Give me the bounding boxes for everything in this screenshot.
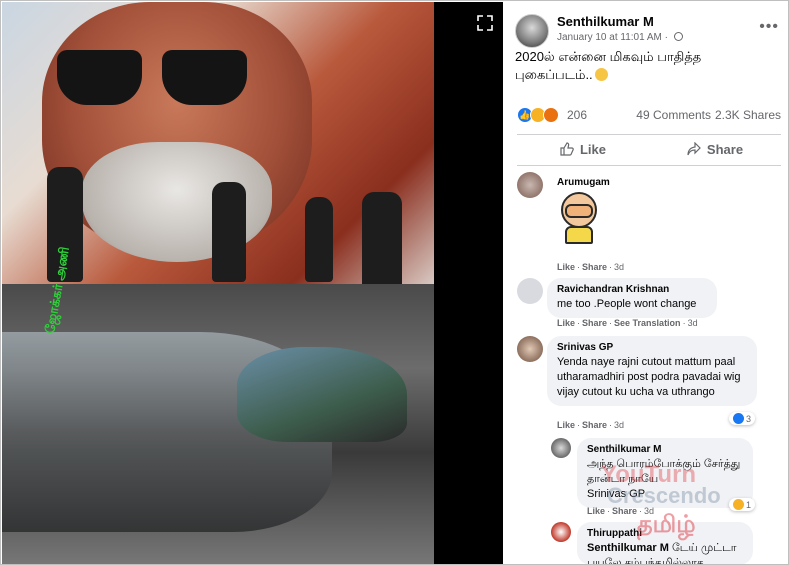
comment-share-link[interactable]: Share [612,506,637,516]
fan-figure [305,197,333,282]
comment-share-link[interactable]: Share [582,420,607,430]
share-button-label: Share [706,142,744,157]
angry-reaction-icon [543,107,559,123]
comment-item: Srinivas GP Yenda naye rajni cutout matt… [517,336,787,434]
reaction-count[interactable]: 206 [567,108,587,122]
post-photo[interactable]: ஜோக்கர் அணி [2,2,434,564]
post-side-panel: Senthilkumar M January 10 at 11:01 AM · … [503,2,788,565]
comment-item: Arumugam Like · Share · 3d [517,172,787,272]
comment-reaction-count[interactable]: 3 [729,412,756,425]
comment-like-link[interactable]: Like [557,262,575,272]
more-options-icon[interactable]: ••• [759,18,779,36]
author-avatar[interactable] [515,14,549,48]
comment-time[interactable]: 3d [688,318,698,328]
comment-like-link[interactable]: Like [557,318,575,328]
reactions-bar: 👍 206 49 Comments 2.3K Shares [517,107,781,125]
comment-mention[interactable]: Srinivas GP [587,487,743,502]
reply-item: Senthilkumar M அந்த பொரம்போக்கும் சேர்த்… [551,438,787,518]
commenter-name[interactable]: Senthilkumar M [587,444,743,455]
comment-item: Ravichandran Krishnan me too .People won… [517,278,787,330]
commenter-avatar[interactable] [517,172,543,198]
woman-drinking-water [237,347,407,442]
globe-icon [673,32,683,41]
share-arrow-icon [687,135,701,165]
commenter-name[interactable]: Ravichandran Krishnan [557,284,707,295]
facebook-post-viewer: ஜோக்கர் அணி Senthilkumar M January 10 at… [0,0,789,565]
comment-bubble: Ravichandran Krishnan me too .People won… [547,278,717,318]
reply-item: Thiruppathi Senthilkumar M டேய் முட்டா ப… [551,522,787,565]
post-caption: 2020ல் என்னை மிகவும் பாதித்த புகைப்படம்.… [515,48,775,84]
post-meta: January 10 at 11:01 AM · [557,32,683,43]
author-name[interactable]: Senthilkumar M [557,14,654,29]
fan-figure [212,182,246,282]
reaction-icons[interactable]: 👍 [517,107,565,123]
comment-bubble: Thiruppathi Senthilkumar M டேய் முட்டா ப… [577,522,753,565]
comments-count[interactable]: 49 Comments [636,108,711,122]
covering-eyes-sticker [557,190,601,244]
comment-like-link[interactable]: Like [587,506,605,516]
like-reaction-icon [733,413,744,424]
comment-bubble: Senthilkumar M அந்த பொரம்போக்கும் சேர்த்… [577,438,753,508]
comment-bubble: Srinivas GP Yenda naye rajni cutout matt… [547,336,757,406]
see-translation-link[interactable]: See Translation [614,318,681,328]
comment-actions: Like · Share · See Translation · 3d [557,318,698,328]
comment-like-link[interactable]: Like [557,420,575,430]
commenter-name[interactable]: Thiruppathi [587,528,743,539]
like-button[interactable]: Like [517,135,649,165]
expand-icon[interactable] [476,14,494,32]
comment-text: Senthilkumar M டேய் முட்டா பயலே சம்பந்தம… [587,542,737,565]
like-button-label: Like [579,142,606,157]
post-header: Senthilkumar M January 10 at 11:01 AM · … [515,12,785,52]
comment-share-link[interactable]: Share [582,262,607,272]
commenter-name[interactable]: Srinivas GP [557,342,747,353]
shares-count[interactable]: 2.3K Shares [715,108,781,122]
comment-actions: Like · Share · 3d [587,506,655,516]
comment-mention[interactable]: Senthilkumar M [587,542,669,554]
comment-actions: Like · Share · 3d [557,420,625,430]
comment-share-link[interactable]: Share [582,318,607,328]
poster-sunglasses [57,50,247,105]
comment-text: Yenda naye rajni cutout mattum paal utha… [557,356,741,398]
photo-side-black-bar [434,2,503,564]
share-button[interactable]: Share [649,135,781,165]
comment-reaction-count[interactable]: 1 [729,498,756,511]
sad-emoji-icon [594,68,608,81]
post-date[interactable]: January 10 at 11:01 AM [557,32,662,43]
comment-actions: Like · Share · 3d [557,262,625,272]
commenter-name[interactable]: Arumugam [557,177,610,188]
haha-reaction-icon [733,499,744,510]
commenter-avatar[interactable] [551,522,571,542]
thumbs-up-icon [560,135,574,165]
commenter-avatar[interactable] [551,438,571,458]
comment-time[interactable]: 3d [614,420,624,430]
commenter-avatar[interactable] [517,336,543,362]
post-actions: Like Share [517,134,781,166]
comment-time[interactable]: 3d [614,262,624,272]
comment-time[interactable]: 3d [644,506,654,516]
commenter-avatar[interactable] [517,278,543,304]
post-caption-text: 2020ல் என்னை மிகவும் பாதித்த புகைப்படம்.… [515,49,702,82]
comment-text: me too .People wont change [557,298,697,310]
comment-text: அந்த பொரம்போக்கும் சேர்த்து தான்டா நாயே [587,458,741,485]
